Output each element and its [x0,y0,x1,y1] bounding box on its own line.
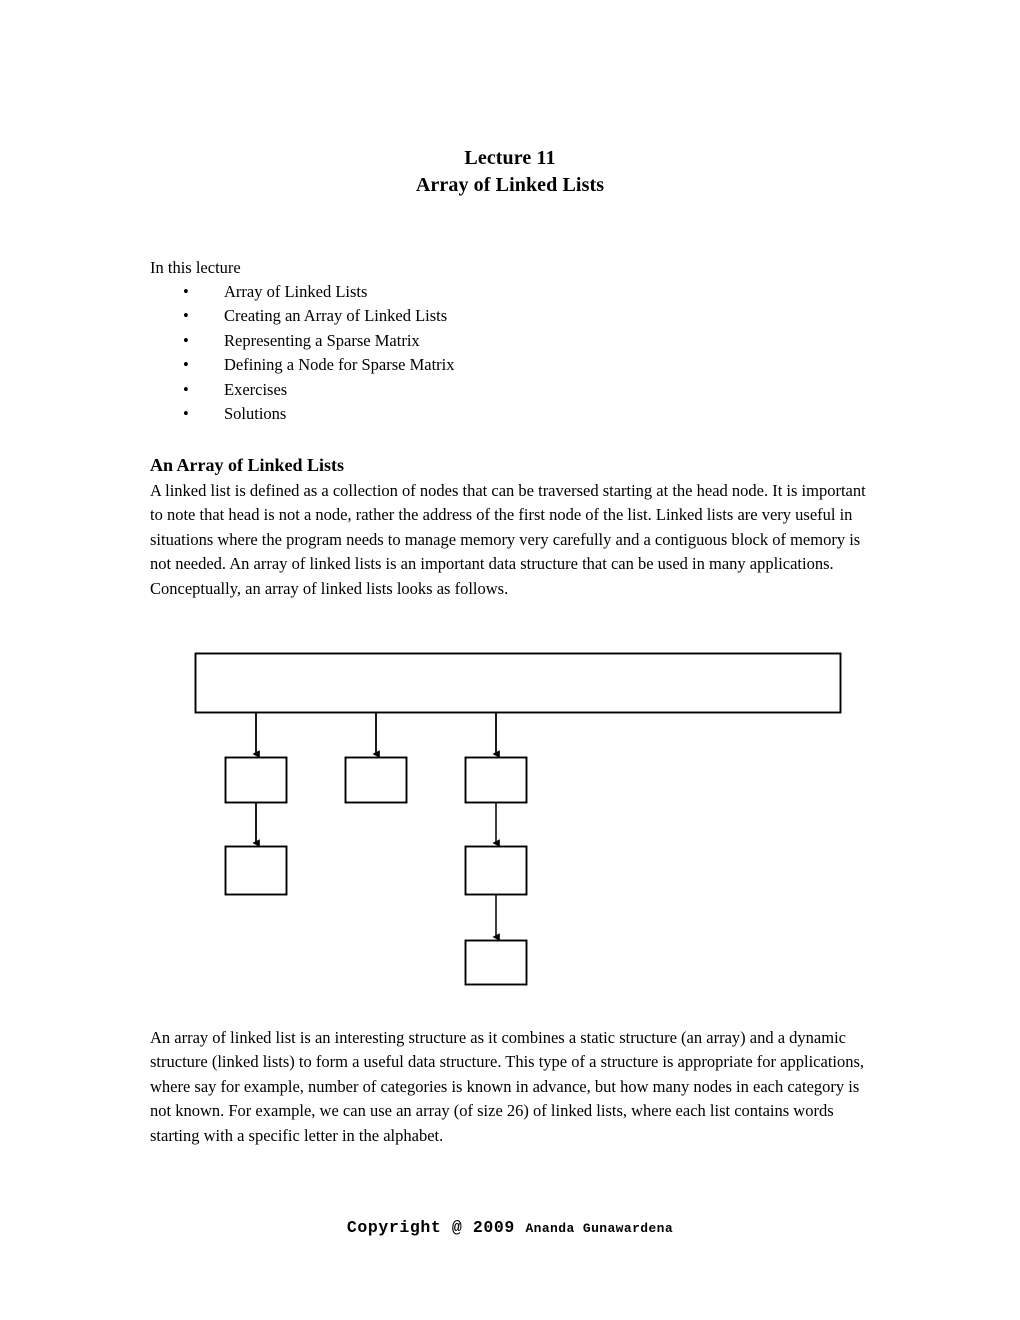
lecture-topics-list: • Array of Linked Lists • Creating an Ar… [150,280,850,426]
bullet-icon: • [183,403,189,423]
page-footer: Copyright @ 2009 Ananda Gunawardena [0,1218,1020,1237]
list-item-label: Array of Linked Lists [224,282,368,301]
list-item-label: Representing a Sparse Matrix [224,330,420,350]
list-item-label: Creating an Array of Linked Lists [224,306,448,326]
chain3-node-2 [464,845,528,896]
bullet-icon: • [183,306,189,326]
document-page: Lecture 11 Array of Linked Lists In this… [0,0,1020,1320]
list-item-label: Exercises [224,379,288,399]
array-box [194,652,842,714]
copyright-text: Copyright @ 2009 [346,1218,515,1237]
list-item: • Solutions [150,402,850,426]
list-item: • Creating an Array of Linked Lists [150,304,850,328]
chain1-node-2 [224,845,288,896]
bullet-icon: • [183,330,189,350]
chain1-node-1 [224,756,288,804]
chain3-node-1 [464,756,528,804]
document-title: Lecture 11 Array of Linked Lists [150,145,870,199]
lecture-intro-label: In this lecture [150,258,241,277]
title-line-2: Array of Linked Lists [415,174,605,196]
list-item: • Representing a Sparse Matrix [150,329,850,353]
body-paragraph-2: An array of linked list is an interestin… [150,1028,865,1145]
bullet-icon: • [183,379,189,399]
body-paragraph-1: A linked list is defined as a collection… [150,481,866,598]
bullet-icon: • [183,355,189,375]
title-line-1: Lecture 11 [464,147,556,169]
chain2-node-1 [344,756,408,804]
author-name: Ananda Gunawardena [525,1221,674,1236]
list-item-label: Defining a Node for Sparse Matrix [224,355,455,375]
chain3-node-3 [464,939,528,986]
list-item: • Array of Linked Lists [150,280,850,304]
list-item-label: Solutions [224,403,287,423]
list-item: • Exercises [150,378,850,402]
section-heading: An Array of Linked Lists [150,455,345,475]
bullet-icon: • [183,282,189,301]
list-item: • Defining a Node for Sparse Matrix [150,353,850,377]
